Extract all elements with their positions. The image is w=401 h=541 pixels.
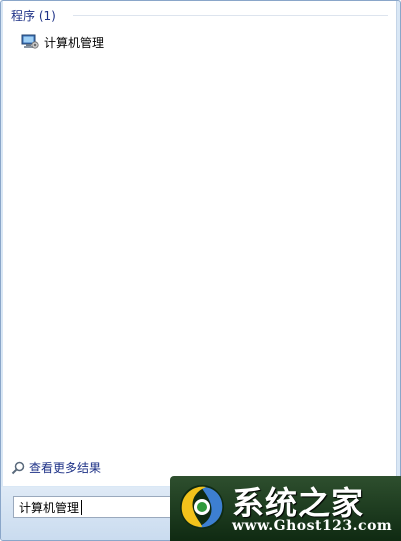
watermark-logo-icon xyxy=(176,482,228,532)
see-more-results-link[interactable]: 查看更多结果 xyxy=(11,459,101,476)
result-item-label: 计算机管理 xyxy=(44,35,105,50)
start-menu: 程序 (1) 计算机管理 查看更多结果 计算机管理 xyxy=(0,0,401,541)
search-results-panel: 程序 (1) 计算机管理 查看更多结果 xyxy=(3,1,397,486)
computer-management-icon xyxy=(21,34,39,50)
section-divider xyxy=(73,15,388,16)
search-icon xyxy=(11,461,25,475)
see-more-results-label: 查看更多结果 xyxy=(29,461,102,475)
text-caret xyxy=(81,500,82,515)
watermark-url: www.Ghost123.com xyxy=(232,518,393,534)
result-item-computer-management[interactable]: 计算机管理 xyxy=(21,32,181,52)
watermark-banner: 系统之家 www.Ghost123.com xyxy=(170,476,401,541)
section-header-programs: 程序 (1) xyxy=(11,9,56,23)
